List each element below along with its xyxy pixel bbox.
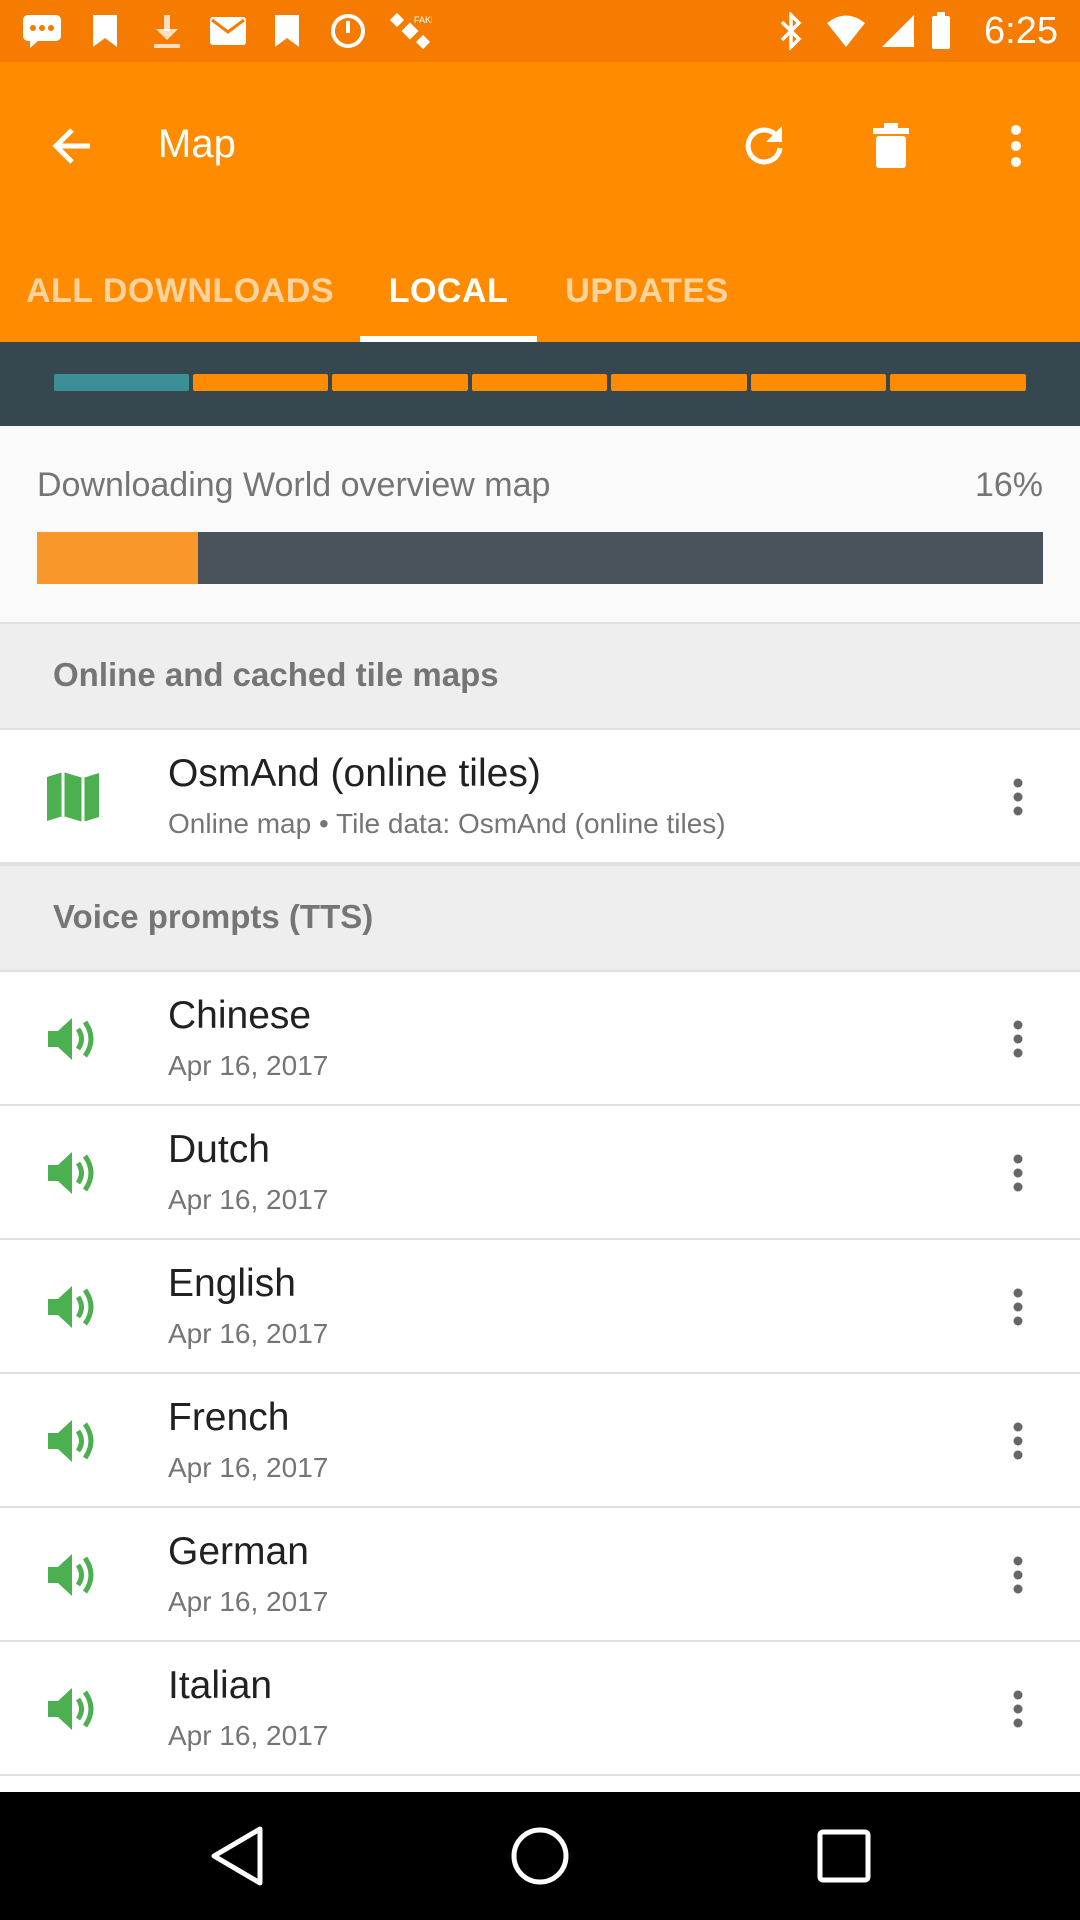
more-vert-icon	[1013, 1422, 1023, 1460]
volume-icon	[38, 1543, 108, 1607]
tab-label: ALL DOWNLOADS	[25, 271, 335, 310]
download-progress-fill	[37, 532, 198, 584]
more-vert-icon	[1013, 1556, 1023, 1594]
nav-home-button[interactable]	[500, 1816, 580, 1896]
back-button[interactable]	[36, 110, 108, 182]
arrow-back-icon	[52, 128, 90, 164]
section-header-label: Online and cached tile maps	[53, 656, 499, 693]
more-vert-icon	[1013, 1288, 1023, 1326]
storage-segment	[472, 374, 607, 391]
tab-label: UPDATES	[565, 271, 729, 310]
list-item-french[interactable]: French Apr 16, 2017	[0, 1374, 1080, 1508]
tab-bar: ALL DOWNLOADS LOCAL UPDATES	[0, 240, 1080, 342]
item-more-button[interactable]	[986, 1141, 1050, 1205]
nav-back-button[interactable]	[196, 1816, 276, 1896]
volume-icon	[38, 1409, 108, 1473]
home-nav-icon	[511, 1827, 569, 1885]
list-item-title: OsmAnd (online tiles)	[168, 752, 541, 795]
more-vert-icon	[1013, 778, 1023, 816]
back-nav-icon	[211, 1826, 263, 1886]
storage-segment-used	[54, 374, 189, 391]
item-more-button[interactable]	[986, 1275, 1050, 1339]
volume-icon	[38, 1007, 108, 1071]
storage-bar	[0, 342, 1080, 426]
list-item-title: French	[168, 1396, 290, 1439]
storage-segment	[751, 374, 886, 391]
list-item-date: Apr 16, 2017	[168, 1586, 329, 1617]
page-title: Map	[158, 122, 236, 166]
section-header-voice-prompts: Voice prompts (TTS)	[0, 864, 1080, 972]
message-icon	[20, 12, 64, 50]
list-item-title: English	[168, 1262, 296, 1305]
system-nav-bar	[0, 1792, 1080, 1920]
download-progress-card: Downloading World overview map 16%	[0, 426, 1080, 622]
more-vert-icon	[1013, 1154, 1023, 1192]
email-icon	[208, 12, 248, 50]
item-more-button[interactable]	[986, 1409, 1050, 1473]
tab-all-downloads[interactable]: ALL DOWNLOADS	[0, 240, 360, 342]
list-item-date: Apr 16, 2017	[168, 1720, 329, 1751]
more-vert-icon	[1011, 125, 1021, 167]
storage-segment	[193, 374, 328, 391]
satellite-icon: FAKE	[388, 12, 432, 50]
battery-icon	[930, 12, 952, 50]
item-more-button[interactable]	[986, 1543, 1050, 1607]
storage-segment	[611, 374, 747, 391]
list-item-subtitle: Online map • Tile data: OsmAnd (online t…	[168, 808, 726, 839]
section-header-label: Voice prompts (TTS)	[53, 898, 374, 935]
delete-icon	[873, 123, 909, 168]
list-item-date: Apr 16, 2017	[168, 1184, 329, 1215]
tab-updates[interactable]: UPDATES	[537, 240, 757, 342]
download-icon	[148, 12, 186, 50]
signal-icon	[880, 12, 916, 50]
list-item-title: Chinese	[168, 994, 312, 1037]
list-item-dutch[interactable]: Dutch Apr 16, 2017	[0, 1106, 1080, 1240]
more-vert-icon	[1013, 1020, 1023, 1058]
list-item-date: Apr 16, 2017	[168, 1050, 329, 1081]
volume-icon	[38, 1275, 108, 1339]
svg-text:FAKE: FAKE	[414, 15, 432, 25]
download-label: Downloading World overview map	[37, 466, 551, 504]
list-item-title: Italian	[168, 1664, 273, 1707]
storage-segment	[890, 374, 1026, 391]
bookmark-icon	[88, 12, 122, 50]
list-item-english[interactable]: English Apr 16, 2017	[0, 1240, 1080, 1374]
section-header-tile-maps: Online and cached tile maps	[0, 622, 1080, 730]
list-item-osmand-online-tiles[interactable]: OsmAnd (online tiles) Online map • Tile …	[0, 730, 1080, 864]
recents-nav-icon	[817, 1829, 871, 1883]
volume-icon	[38, 1141, 108, 1205]
list-item-title: Dutch	[168, 1128, 270, 1171]
list-item-german[interactable]: German Apr 16, 2017	[0, 1508, 1080, 1642]
delete-button[interactable]	[855, 110, 927, 182]
refresh-icon	[745, 126, 783, 165]
status-bar: FAKE 6:25	[0, 0, 1080, 62]
tab-local[interactable]: LOCAL	[360, 240, 537, 342]
download-percent: 16%	[974, 466, 1043, 504]
status-time: 6:25	[984, 10, 1058, 52]
map-icon	[38, 765, 108, 829]
item-more-button[interactable]	[986, 1677, 1050, 1741]
volume-icon	[38, 1677, 108, 1741]
download-progress-bar	[37, 532, 1043, 584]
list-item-title: German	[168, 1530, 309, 1573]
more-vert-icon	[1013, 1690, 1023, 1728]
app-bar: Map ALL DOWNLOADS LOCAL UPDATES	[0, 62, 1080, 342]
list-item-chinese[interactable]: Chinese Apr 16, 2017	[0, 972, 1080, 1106]
screen: FAKE 6:25 Map ALL DOWNLOADS	[0, 0, 1080, 1920]
nav-recents-button[interactable]	[804, 1816, 884, 1896]
storage-segment	[332, 374, 468, 391]
list-item-date: Apr 16, 2017	[168, 1452, 329, 1483]
alarm-icon	[328, 12, 368, 50]
overflow-menu-button[interactable]	[980, 110, 1052, 182]
wifi-icon	[826, 12, 866, 50]
list-item-italian[interactable]: Italian Apr 16, 2017	[0, 1642, 1080, 1776]
item-more-button[interactable]	[986, 765, 1050, 829]
refresh-button[interactable]	[728, 110, 800, 182]
item-more-button[interactable]	[986, 1007, 1050, 1071]
bluetooth-icon	[776, 12, 806, 50]
list-item-date: Apr 16, 2017	[168, 1318, 329, 1349]
tab-label: LOCAL	[388, 271, 509, 310]
bookmark-icon	[270, 12, 304, 50]
